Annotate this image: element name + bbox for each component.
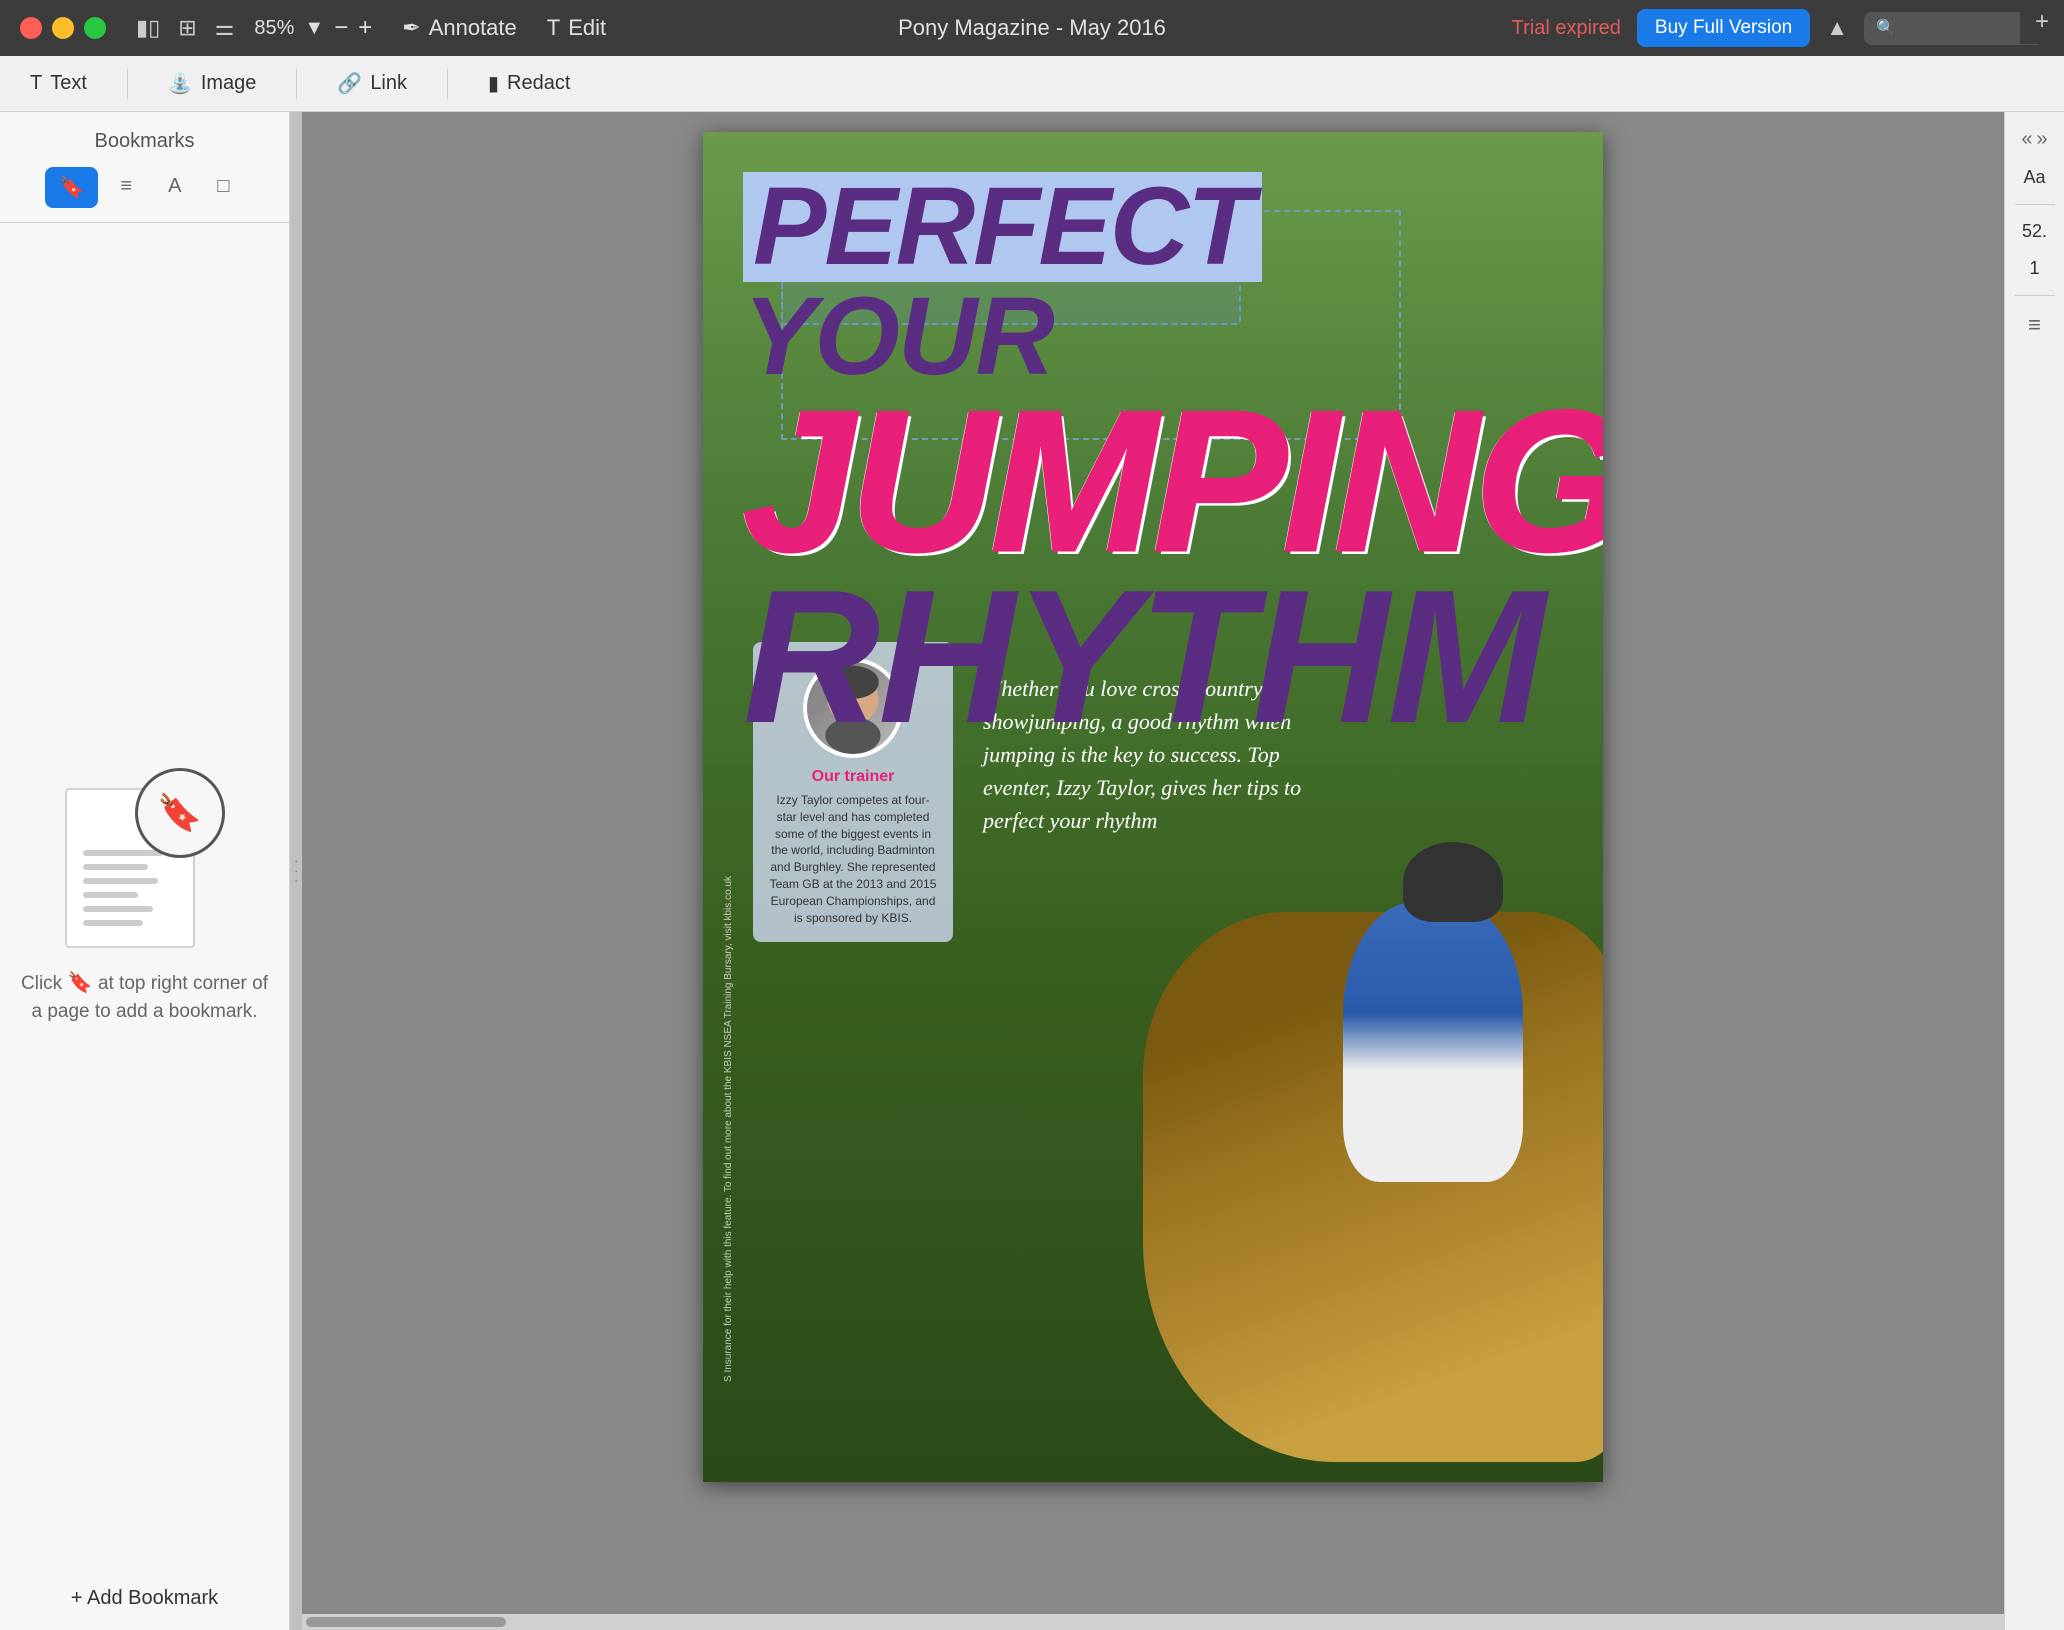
bookmark-icon: 🔖 bbox=[157, 792, 202, 834]
perfect-text: PERFECT bbox=[743, 172, 1262, 282]
image-tool-button[interactable]: ⛲ Image bbox=[168, 71, 257, 96]
main-layout: Bookmarks 🔖 ≡ A □ bbox=[0, 112, 2064, 1630]
image-tool-icon: ⛲ bbox=[168, 71, 193, 96]
trainer-title: Our trainer bbox=[769, 768, 937, 786]
list-view-icon[interactable]: ⚌ bbox=[215, 15, 235, 41]
text-tool-icon: T bbox=[30, 72, 42, 95]
doc-line-6 bbox=[83, 920, 143, 926]
close-button[interactable] bbox=[20, 17, 42, 39]
traffic-lights bbox=[20, 17, 106, 39]
redact-tool-icon: ▮ bbox=[488, 71, 499, 96]
maximize-button[interactable] bbox=[84, 17, 106, 39]
right-panel-divider-1 bbox=[2015, 204, 2055, 205]
titlebar-right: Trial expired Buy Full Version ▲ 🔍 bbox=[1512, 9, 2044, 47]
collapse-left-icon[interactable]: « bbox=[2021, 128, 2032, 151]
bookmark-hint: Click 🔖 at top right corner of a page to… bbox=[0, 968, 289, 1027]
window-controls: ▮▯ ⊞ ⚌ bbox=[136, 15, 234, 41]
annotate-edit-controls: ✒ Annotate T Edit bbox=[402, 15, 606, 41]
outline-tab[interactable]: ≡ bbox=[106, 167, 146, 208]
page-title-area: PERFECT YOUR JUMPING RHYTHM bbox=[743, 172, 1543, 743]
horse-rider-image bbox=[1083, 782, 1603, 1482]
sidebar-tabs: 🔖 ≡ A □ bbox=[0, 167, 289, 223]
pen-icon: ✒ bbox=[402, 15, 420, 41]
zoom-value: 85% bbox=[254, 17, 294, 40]
zoom-minus-button[interactable]: − bbox=[334, 14, 348, 42]
font-aa-label: Aa bbox=[2023, 167, 2045, 188]
headline-line1: PERFECT YOUR bbox=[743, 172, 1543, 392]
trial-expired-label: Trial expired bbox=[1512, 17, 1621, 40]
grid-view-icon[interactable]: ⊞ bbox=[178, 15, 196, 41]
toolbar-divider-3 bbox=[447, 69, 448, 99]
side-text: S Insurance for their help with this fea… bbox=[723, 532, 743, 1382]
right-panel-divider-2 bbox=[2015, 295, 2055, 296]
jumping-text: JUMPING bbox=[743, 392, 1543, 572]
doc-line-5 bbox=[83, 906, 153, 912]
headline-jumping: JUMPING bbox=[743, 392, 1543, 572]
doc-line-4 bbox=[83, 892, 138, 898]
horizontal-scrollbar[interactable] bbox=[302, 1614, 2004, 1630]
fonts-tab[interactable]: A bbox=[154, 167, 195, 208]
panel-resize-handle[interactable]: · · · bbox=[290, 112, 302, 1630]
collapse-right-icon[interactable]: » bbox=[2037, 128, 2048, 151]
new-tab-button[interactable]: + bbox=[2020, 0, 2064, 44]
rhythm-text: RHYTHM bbox=[743, 572, 1543, 743]
document-lines bbox=[83, 850, 163, 926]
share-icon[interactable]: ▲ bbox=[1826, 15, 1848, 41]
lines-icon[interactable]: ≡ bbox=[2028, 312, 2041, 338]
bookmark-circle: 🔖 bbox=[135, 768, 225, 858]
trainer-description: Izzy Taylor competes at four-star level … bbox=[769, 792, 937, 926]
annotate-button[interactable]: ✒ Annotate bbox=[402, 15, 517, 41]
pages-tab[interactable]: □ bbox=[203, 167, 243, 208]
toolbar-divider-2 bbox=[296, 69, 297, 99]
link-tool-icon: 🔗 bbox=[337, 71, 362, 96]
edit-toolbar: T Text ⛲ Image 🔗 Link ▮ Redact bbox=[0, 56, 2064, 112]
page-wrapper: S Insurance for their help with this fea… bbox=[302, 112, 2004, 1614]
doc-line-3 bbox=[83, 878, 158, 884]
doc-line-1 bbox=[83, 850, 163, 856]
zoom-control: 85% ▼ − + bbox=[254, 14, 372, 42]
text-edit-icon: T bbox=[547, 15, 560, 41]
content-area: S Insurance for their help with this fea… bbox=[302, 112, 2004, 1630]
edit-button[interactable]: T Edit bbox=[547, 15, 606, 41]
bookmarks-title: Bookmarks bbox=[94, 112, 194, 167]
collapse-arrows-area: « » bbox=[2021, 128, 2047, 151]
zoom-plus-button[interactable]: + bbox=[358, 14, 372, 42]
minimize-button[interactable] bbox=[52, 17, 74, 39]
zoom-chevron-icon[interactable]: ▼ bbox=[304, 17, 324, 40]
bookmarks-tab[interactable]: 🔖 bbox=[45, 167, 98, 208]
sidebar-toggle-icon[interactable]: ▮▯ bbox=[136, 15, 160, 41]
window-title: Pony Magazine - May 2016 bbox=[898, 15, 1166, 41]
text-tool-button[interactable]: T Text bbox=[30, 72, 87, 95]
search-input[interactable] bbox=[1904, 18, 2024, 39]
bookmarks-empty-state: 🔖 Click 🔖 at top right corner of a page … bbox=[0, 223, 289, 1571]
pdf-page: S Insurance for their help with this fea… bbox=[703, 132, 1603, 1482]
bookmark-illustration: 🔖 bbox=[65, 768, 225, 948]
toolbar-divider bbox=[127, 69, 128, 99]
buy-full-version-button[interactable]: Buy Full Version bbox=[1637, 9, 1810, 47]
redact-tool-button[interactable]: ▮ Redact bbox=[488, 71, 570, 96]
add-bookmark-button[interactable]: + Add Bookmark bbox=[71, 1571, 218, 1630]
scrollbar-thumb[interactable] bbox=[306, 1617, 506, 1627]
search-icon: 🔍 bbox=[1876, 18, 1896, 38]
page-number-display: 52. bbox=[2022, 221, 2047, 242]
titlebar: ▮▯ ⊞ ⚌ 85% ▼ − + ✒ Annotate T Edit Pony … bbox=[0, 0, 2064, 56]
doc-line-2 bbox=[83, 864, 148, 870]
search-box[interactable]: 🔍 bbox=[1864, 12, 2044, 45]
headline-rhythm: RHYTHM bbox=[743, 572, 1543, 743]
hint-bookmark-icon: 🔖 bbox=[67, 972, 97, 994]
right-panel: « » Aa 52. 1 ≡ bbox=[2004, 112, 2064, 1630]
bookmarks-sidebar: Bookmarks 🔖 ≡ A □ bbox=[0, 112, 290, 1630]
link-tool-button[interactable]: 🔗 Link bbox=[337, 71, 407, 96]
page-sub-display: 1 bbox=[2029, 258, 2039, 279]
